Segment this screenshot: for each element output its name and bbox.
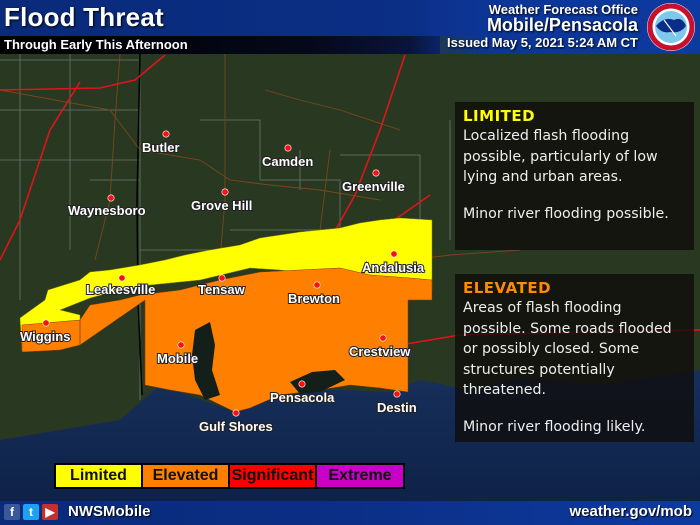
elevated-heading: ELEVATED: [463, 279, 552, 297]
city-dot: [42, 319, 50, 327]
city-label: Greenville: [342, 179, 405, 194]
city-dot: [390, 250, 398, 258]
nws-logo-icon: [647, 3, 695, 51]
elevated-river-text: Minor river flooding likely.: [463, 418, 646, 435]
limited-river-text: Minor river flooding possible.: [463, 205, 669, 222]
twitter-icon[interactable]: t: [23, 504, 39, 520]
city-label: Leakesville: [86, 282, 155, 297]
city-label: Tensaw: [198, 282, 246, 297]
city-label: Crestview: [349, 344, 411, 359]
website-link[interactable]: weather.gov/mob: [569, 503, 692, 520]
city-dot: [118, 274, 126, 282]
city-dot: [232, 409, 240, 417]
city-dot: [379, 334, 387, 342]
legend-limited: Limited: [56, 465, 143, 487]
city-dot: [162, 130, 170, 138]
map: Butler Camden Greenville Waynesboro Grove Hi…: [0, 0, 700, 525]
city-label: Destin: [377, 400, 417, 415]
legend-significant: Significant: [230, 465, 317, 487]
elevated-text: Areas of flash flooding possible. Some r…: [463, 300, 672, 398]
city-dot: [177, 341, 185, 349]
city-dot: [221, 188, 229, 196]
limited-heading: LIMITED: [463, 107, 536, 125]
city-dot: [284, 144, 292, 152]
city-label: Wiggins: [20, 329, 70, 344]
city-label: Mobile: [157, 351, 198, 366]
limited-description-panel: LIMITED Localized flash flooding possibl…: [455, 102, 694, 250]
flood-threat-graphic: Butler Camden Greenville Waynesboro Grove Hi…: [0, 0, 700, 525]
city-label: Pensacola: [270, 390, 335, 405]
city-dot: [313, 281, 321, 289]
legend-elevated: Elevated: [143, 465, 230, 487]
city-label: Brewton: [288, 291, 340, 306]
city-dot: [393, 390, 401, 398]
threat-legend: Limited Elevated Significant Extreme: [54, 463, 405, 489]
youtube-icon[interactable]: ▶: [42, 504, 58, 520]
city-label: Andalusia: [362, 260, 425, 275]
city-dot: [107, 194, 115, 202]
page-subtitle: Through Early This Afternoon: [4, 37, 188, 52]
social-links: f t ▶: [4, 504, 58, 520]
city-label: Gulf Shores: [199, 419, 273, 434]
city-dot: [372, 169, 380, 177]
city-label: Grove Hill: [191, 198, 252, 213]
city-label: Camden: [262, 154, 313, 169]
city-label: Waynesboro: [68, 203, 146, 218]
office-name: Mobile/Pensacola: [486, 15, 638, 35]
city-dot: [218, 274, 226, 282]
limited-text: Localized flash flooding possible, parti…: [463, 128, 658, 185]
page-title: Flood Threat: [4, 2, 164, 32]
city-label: Butler: [142, 140, 180, 155]
issued-time: Issued May 5, 2021 5:24 AM CT: [447, 35, 638, 50]
city-dot: [298, 380, 306, 388]
elevated-description-panel: ELEVATED Areas of flash flooding possibl…: [455, 274, 694, 442]
facebook-icon[interactable]: f: [4, 504, 20, 520]
legend-extreme: Extreme: [317, 465, 403, 487]
social-handle[interactable]: NWSMobile: [68, 503, 151, 520]
